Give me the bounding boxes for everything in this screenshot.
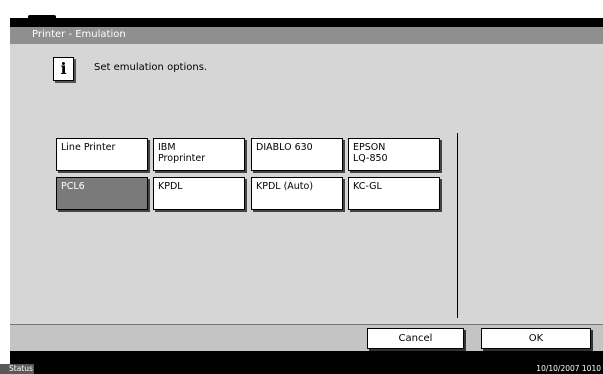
- emulation-line-printer-button[interactable]: Line Printer: [56, 138, 148, 171]
- info-icon: i: [53, 57, 74, 81]
- emulation-kpdl-auto-button[interactable]: KPDL (Auto): [251, 177, 343, 210]
- cancel-button[interactable]: Cancel: [367, 328, 464, 349]
- emulation-pcl6-button[interactable]: PCL6: [56, 177, 148, 210]
- emulation-kcgl-button[interactable]: KC-GL: [348, 177, 440, 210]
- emulation-epson-lq850-button[interactable]: EPSON LQ-850: [348, 138, 440, 171]
- status-button[interactable]: Status: [0, 364, 34, 374]
- panel-divider: [457, 133, 458, 318]
- emulation-diablo-630-button[interactable]: DIABLO 630: [251, 138, 343, 171]
- ok-button[interactable]: OK: [481, 328, 591, 349]
- status-bar: [0, 364, 603, 374]
- title-bar: Printer - Emulation: [10, 27, 603, 44]
- emulation-kpdl-button[interactable]: KPDL: [153, 177, 245, 210]
- status-datetime: 10/10/2007 1010: [536, 364, 601, 373]
- top-tab: [28, 15, 56, 23]
- window-title: Printer - Emulation: [32, 29, 126, 40]
- instruction-message: Set emulation options.: [94, 62, 208, 73]
- emulation-ibm-proprinter-button[interactable]: IBM Proprinter: [153, 138, 245, 171]
